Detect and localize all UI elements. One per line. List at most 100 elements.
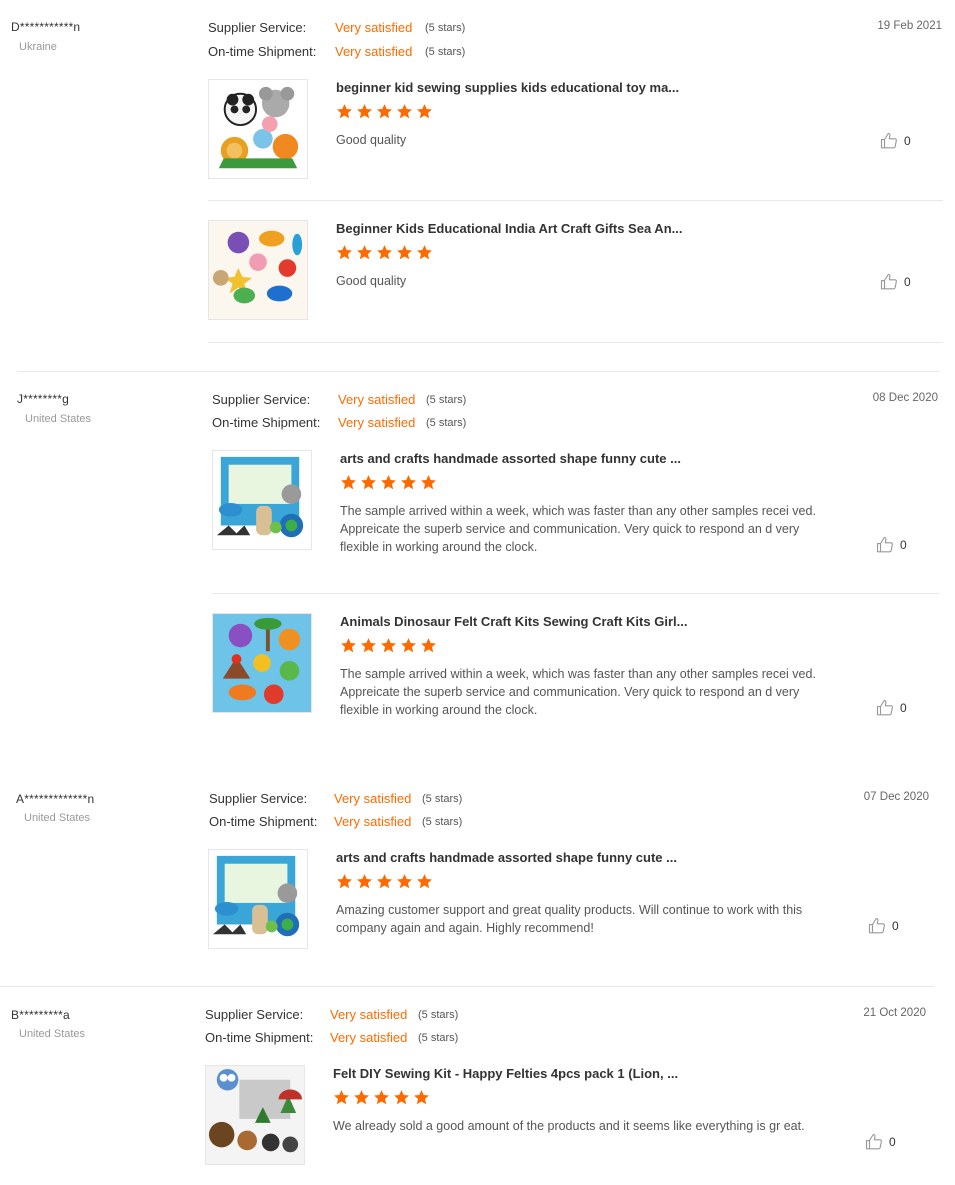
reviewer-name: D***********n — [11, 20, 81, 34]
reviewer-country: United States — [19, 1028, 86, 1040]
supplier-service-label: Supplier Service: — [212, 392, 311, 407]
product-review: arts and crafts handmade assorted shape … — [208, 849, 908, 969]
supplier-service-rating: Supplier Service: Very satisfied (5 star… — [205, 1006, 605, 1024]
thumbs-up-icon — [880, 273, 897, 290]
shipment-rating: On-time Shipment: Very satisfied (5 star… — [212, 414, 612, 432]
like-count: 0 — [900, 538, 907, 552]
star-icon — [357, 104, 372, 119]
product-rating-stars — [333, 1089, 430, 1109]
product-title[interactable]: arts and crafts handmade assorted shape … — [340, 451, 681, 466]
star-icon — [337, 874, 352, 889]
like-count: 0 — [904, 275, 911, 289]
supplier-service-label: Supplier Service: — [209, 791, 308, 806]
star-icon — [421, 638, 436, 653]
product-rating-stars — [336, 244, 433, 264]
star-icon — [334, 1090, 349, 1105]
shipment-value: Very satisfied — [330, 1030, 408, 1045]
review-date: 19 Feb 2021 — [877, 20, 942, 32]
shipment-value: Very satisfied — [335, 44, 413, 59]
supplier-service-value: Very satisfied — [335, 20, 413, 35]
star-icon — [377, 245, 392, 260]
sea-animal-felt-kit-image[interactable] — [208, 220, 308, 320]
like-button[interactable]: 0 — [865, 1132, 905, 1152]
star-icon — [397, 104, 412, 119]
supplier-service-stars: (5 stars) — [425, 22, 466, 34]
supplier-service-rating: Supplier Service: Very satisfied (5 star… — [208, 19, 608, 37]
animal-felt-kit-image[interactable] — [208, 79, 308, 179]
supplier-service-stars: (5 stars) — [418, 1009, 459, 1021]
craft-box-kit-image[interactable] — [212, 450, 312, 550]
star-icon — [397, 245, 412, 260]
star-icon — [381, 475, 396, 490]
reviewer-name: A*************n — [16, 792, 95, 806]
star-icon — [354, 1090, 369, 1105]
review-date: 21 Oct 2020 — [863, 1007, 926, 1019]
star-icon — [341, 638, 356, 653]
review-comment: We already sold a good amount of the pro… — [333, 1119, 805, 1133]
product-title[interactable]: Animals Dinosaur Felt Craft Kits Sewing … — [340, 614, 687, 629]
product-review: arts and crafts handmade assorted shape … — [212, 450, 916, 570]
like-button[interactable]: 0 — [880, 272, 920, 292]
supplier-service-value: Very satisfied — [330, 1007, 408, 1022]
reviewer-name: J********g — [17, 392, 70, 406]
craft-box-kit-image[interactable] — [208, 849, 308, 949]
supplier-service-stars: (5 stars) — [422, 793, 463, 805]
star-icon — [401, 638, 416, 653]
product-divider — [208, 342, 943, 343]
dinosaur-felt-kit-image[interactable] — [212, 613, 312, 713]
product-review: Animals Dinosaur Felt Craft Kits Sewing … — [212, 613, 916, 733]
product-rating-stars — [336, 873, 433, 893]
like-button[interactable]: 0 — [880, 131, 920, 151]
product-title[interactable]: Beginner Kids Educational India Art Craf… — [336, 221, 682, 236]
review-comment: The sample arrived within a week, which … — [340, 667, 816, 717]
thumbs-up-icon — [868, 917, 885, 934]
product-title[interactable]: beginner kid sewing supplies kids educat… — [336, 80, 679, 95]
like-button[interactable]: 0 — [876, 698, 916, 718]
product-divider — [212, 593, 939, 594]
review-date: 08 Dec 2020 — [872, 392, 938, 404]
shipment-rating: On-time Shipment: Very satisfied (5 star… — [208, 43, 608, 61]
like-count: 0 — [892, 919, 899, 933]
shipment-stars: (5 stars) — [426, 417, 467, 429]
shipment-rating: On-time Shipment: Very satisfied (5 star… — [209, 813, 609, 831]
product-review: beginner kid sewing supplies kids educat… — [208, 79, 920, 199]
shipment-stars: (5 stars) — [425, 46, 466, 58]
review-divider — [0, 986, 934, 987]
product-title[interactable]: Felt DIY Sewing Kit - Happy Felties 4pcs… — [333, 1066, 678, 1081]
review-date: 07 Dec 2020 — [863, 791, 929, 803]
product-review: Beginner Kids Educational India Art Craf… — [208, 220, 920, 340]
thumbs-up-icon — [876, 699, 893, 716]
star-icon — [357, 874, 372, 889]
star-icon — [337, 245, 352, 260]
shipment-value: Very satisfied — [334, 814, 412, 829]
product-divider — [208, 200, 943, 201]
star-icon — [377, 104, 392, 119]
supplier-service-rating: Supplier Service: Very satisfied (5 star… — [212, 391, 612, 409]
like-count: 0 — [904, 134, 911, 148]
star-icon — [417, 245, 432, 260]
shipment-label: On-time Shipment: — [205, 1030, 314, 1045]
star-icon — [381, 638, 396, 653]
star-icon — [414, 1090, 429, 1105]
like-count: 0 — [900, 701, 907, 715]
woodland-felt-kit-image[interactable] — [205, 1065, 305, 1165]
like-button[interactable]: 0 — [876, 535, 916, 555]
supplier-service-stars: (5 stars) — [426, 394, 467, 406]
star-icon — [401, 475, 416, 490]
shipment-stars: (5 stars) — [418, 1032, 459, 1044]
supplier-service-rating: Supplier Service: Very satisfied (5 star… — [209, 790, 609, 808]
shipment-rating: On-time Shipment: Very satisfied (5 star… — [205, 1029, 605, 1047]
shipment-label: On-time Shipment: — [212, 415, 321, 430]
star-icon — [357, 245, 372, 260]
star-icon — [361, 475, 376, 490]
star-icon — [417, 874, 432, 889]
reviewer-country: Ukraine — [19, 41, 57, 53]
star-icon — [417, 104, 432, 119]
supplier-service-value: Very satisfied — [338, 392, 416, 407]
product-title[interactable]: arts and crafts handmade assorted shape … — [336, 850, 677, 865]
review-comment: Amazing customer support and great quali… — [336, 903, 803, 935]
review-comment: Good quality — [336, 274, 407, 288]
shipment-stars: (5 stars) — [422, 816, 463, 828]
supplier-service-label: Supplier Service: — [205, 1007, 304, 1022]
like-button[interactable]: 0 — [868, 916, 908, 936]
